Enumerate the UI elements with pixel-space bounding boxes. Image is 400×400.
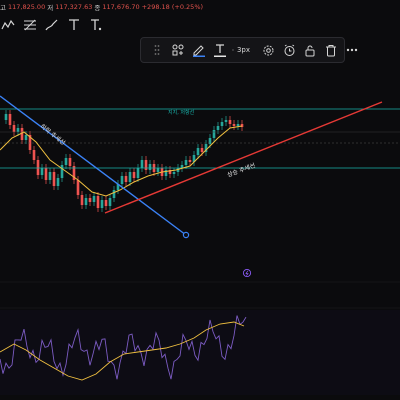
candle-body bbox=[40, 168, 44, 175]
candle-body bbox=[224, 120, 228, 122]
candle-body bbox=[188, 160, 192, 162]
candle-body bbox=[220, 122, 224, 126]
candle-body bbox=[128, 172, 132, 182]
candle-body bbox=[156, 168, 160, 172]
candle-body bbox=[144, 160, 148, 170]
candle-body bbox=[120, 176, 124, 184]
candle-body bbox=[84, 198, 88, 205]
candle-body bbox=[92, 196, 96, 202]
uptrend-label: 상승 추세선 bbox=[226, 161, 256, 179]
candle-body bbox=[200, 148, 204, 152]
candle-body bbox=[136, 168, 140, 178]
candle-body bbox=[4, 114, 8, 120]
price-chart[interactable]: 하락 추세선상승 추세선지지, 저항선 bbox=[0, 0, 400, 400]
candle-body bbox=[64, 158, 68, 165]
candle-body bbox=[236, 124, 240, 126]
candle-body bbox=[52, 172, 56, 186]
candle-body bbox=[228, 120, 232, 124]
candle-body bbox=[80, 195, 84, 205]
chart-overlays: 하락 추세선상승 추세선지지, 저항선 bbox=[0, 95, 400, 395]
alert-marker-icon bbox=[242, 268, 252, 278]
candle-body bbox=[124, 176, 128, 182]
moving-average-line bbox=[0, 125, 243, 197]
candle-body bbox=[232, 124, 236, 126]
candle-body bbox=[132, 172, 136, 178]
candle-body bbox=[96, 196, 100, 208]
candle-body bbox=[212, 130, 216, 138]
support-resistance-label: 지지, 저항선 bbox=[168, 109, 195, 116]
candle-body bbox=[48, 172, 52, 180]
candle-body bbox=[36, 160, 40, 175]
candle-body bbox=[44, 168, 48, 180]
candle-body bbox=[112, 190, 116, 198]
candle-body bbox=[68, 158, 72, 166]
candle-body bbox=[56, 178, 60, 186]
alert-bolt-icon bbox=[245, 270, 249, 276]
candle-body bbox=[108, 198, 112, 206]
candle-body bbox=[88, 198, 92, 202]
candle-body bbox=[8, 114, 12, 125]
candle-body bbox=[60, 165, 64, 178]
candle-body bbox=[196, 148, 200, 155]
candle-body bbox=[140, 160, 144, 168]
candle-body bbox=[172, 172, 176, 174]
candle-body bbox=[100, 200, 104, 208]
trendline-anchor-handle bbox=[182, 231, 190, 239]
uptrend-line bbox=[104, 101, 383, 214]
candle-body bbox=[32, 150, 36, 160]
candle-body bbox=[148, 164, 152, 170]
candle-body bbox=[76, 180, 80, 195]
candle-body bbox=[16, 128, 20, 132]
rsi-pane-bg bbox=[0, 310, 400, 395]
candle-body bbox=[24, 135, 28, 140]
candle-body bbox=[184, 160, 188, 165]
candle-body bbox=[12, 125, 16, 132]
candle-body bbox=[216, 126, 220, 130]
candle-body bbox=[104, 200, 108, 206]
